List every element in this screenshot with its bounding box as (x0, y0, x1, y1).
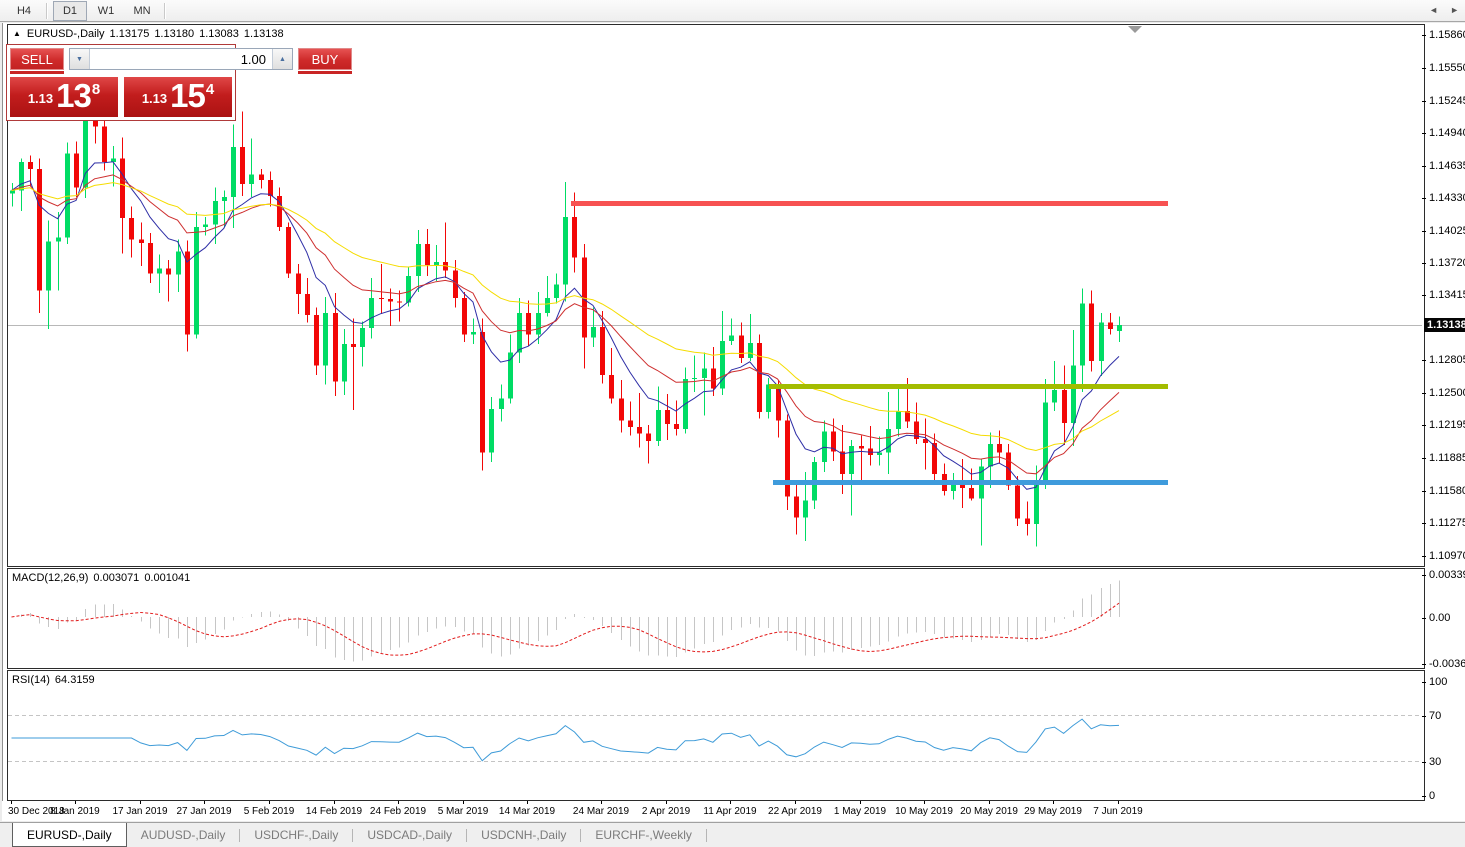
time-axis-label: 5 Mar 2019 (438, 806, 489, 817)
time-axis-tick (601, 801, 602, 804)
time-axis-label: 17 Jan 2019 (112, 806, 167, 817)
sell-price-quote[interactable]: 1.13 13 8 (10, 77, 118, 117)
tab-separator (706, 829, 707, 842)
tab-scroll-right-icon[interactable]: ► (1450, 5, 1459, 15)
time-axis[interactable]: 30 Dec 20188 Jan 201917 Jan 201927 Jan 2… (2, 801, 1422, 821)
time-axis-tick (463, 801, 464, 804)
chart-symbol-label: EURUSD-,Daily (27, 28, 105, 40)
time-axis-tick (795, 801, 796, 804)
time-axis-tick (1118, 801, 1119, 804)
sell-button[interactable]: SELL (10, 48, 64, 70)
time-axis-label: 7 Jun 2019 (1093, 806, 1143, 817)
time-axis-label: 14 Feb 2019 (306, 806, 362, 817)
sell-price-prefix: 1.13 (28, 91, 53, 106)
oneclick-collapse-icon[interactable]: ▲ (13, 29, 21, 38)
time-axis-tick (989, 801, 990, 804)
time-axis-tick (140, 801, 141, 804)
trading-terminal: H4 D1W1MN ▲ EURUSD-,Daily 1.13175 1.13180 1.1… (0, 0, 1465, 847)
time-axis-label: 10 May 2019 (895, 806, 953, 817)
toolbar-separator (164, 3, 166, 19)
time-axis-label: 1 May 2019 (834, 806, 886, 817)
buy-price-prefix: 1.13 (142, 91, 167, 106)
timeframe-button-d1[interactable]: D1 (53, 1, 87, 21)
rsi-label: RSI(14) 64.3159 (12, 674, 95, 686)
time-axis-tick (1053, 801, 1054, 804)
rsi-canvas[interactable] (8, 671, 1424, 800)
time-axis-label: 29 May 2019 (1024, 806, 1082, 817)
macd-main-value: 0.003071 (93, 572, 139, 584)
ohlc-high: 1.13180 (154, 28, 194, 40)
time-axis-tick (75, 801, 76, 804)
tab-scroll-left-icon[interactable]: ◄ (1429, 5, 1438, 15)
time-axis-label: 22 Apr 2019 (768, 806, 822, 817)
ohlc-open: 1.13175 (110, 28, 150, 40)
time-axis-tick (527, 801, 528, 804)
macd-canvas[interactable] (8, 569, 1424, 668)
time-axis-label: 24 Mar 2019 (573, 806, 629, 817)
macd-pane[interactable] (7, 568, 1425, 669)
volume-spinner: ▼ ▲ (69, 48, 293, 70)
time-axis-tick (666, 801, 667, 804)
tab-eurchf-weekly[interactable]: EURCHF-,Weekly (581, 823, 705, 847)
macd-signal-value: 0.001041 (144, 572, 190, 584)
volume-increase-button[interactable]: ▲ (272, 49, 292, 69)
buy-price-pip: 4 (206, 81, 214, 98)
time-axis-tick (730, 801, 731, 804)
volume-decrease-button[interactable]: ▼ (70, 49, 90, 69)
time-axis-tick (398, 801, 399, 804)
time-axis-tick (204, 801, 205, 804)
time-axis-label: 14 Mar 2019 (499, 806, 555, 817)
time-axis-label: 2 Apr 2019 (642, 806, 690, 817)
ohlc-low: 1.13083 (199, 28, 239, 40)
time-axis-label: 11 Apr 2019 (703, 806, 756, 817)
time-axis-label: 5 Feb 2019 (244, 806, 295, 817)
tab-audusd-daily[interactable]: AUDUSD-,Daily (127, 823, 240, 847)
volume-input[interactable] (90, 49, 272, 69)
buy-button[interactable]: BUY (298, 48, 352, 70)
time-axis-tick (334, 801, 335, 804)
rsi-name: RSI(14) (12, 674, 50, 686)
time-axis-label: 27 Jan 2019 (176, 806, 231, 817)
chart-window (2, 23, 1465, 821)
ohlc-close: 1.13138 (244, 28, 284, 40)
time-axis-label: 20 May 2019 (960, 806, 1018, 817)
timeframe-toolbar: H4 D1W1MN (0, 0, 1465, 22)
timeframe-button-w1[interactable]: W1 (89, 1, 123, 21)
time-axis-tick (924, 801, 925, 804)
symbol-tabbar: EURUSD-,DailyAUDUSD-,DailyUSDCHF-,DailyU… (0, 822, 1465, 847)
tab-usdcad-daily[interactable]: USDCAD-,Daily (353, 823, 466, 847)
tab-scroll-controls: ◄ ► (1429, 5, 1459, 15)
rsi-pane[interactable] (7, 670, 1425, 801)
time-axis-label: 8 Jan 2019 (50, 806, 100, 817)
time-axis-tick (11, 801, 12, 804)
time-axis-tick (269, 801, 270, 804)
tab-usdcnh-daily[interactable]: USDCNH-,Daily (467, 823, 580, 847)
macd-name: MACD(12,26,9) (12, 572, 88, 584)
one-click-trading-panel: SELL ▼ ▲ BUY 1.13 13 8 1.13 15 4 (6, 44, 236, 121)
tab-usdchf-daily[interactable]: USDCHF-,Daily (240, 823, 352, 847)
toolbar-separator (46, 3, 48, 19)
chart-shift-marker-icon (1128, 26, 1142, 33)
timeframe-button-h4[interactable]: H4 (7, 1, 41, 21)
tab-eurusd-daily[interactable]: EURUSD-,Daily (12, 823, 127, 847)
rsi-value: 64.3159 (55, 674, 95, 686)
buy-price-big: 15 (170, 79, 205, 113)
macd-label: MACD(12,26,9) 0.003071 0.001041 (12, 572, 190, 584)
chart-title: ▲ EURUSD-,Daily 1.13175 1.13180 1.13083 1.131… (13, 28, 284, 40)
time-axis-tick (860, 801, 861, 804)
buy-price-quote[interactable]: 1.13 15 4 (124, 77, 232, 117)
sell-price-pip: 8 (92, 81, 100, 98)
time-axis-label: 24 Feb 2019 (370, 806, 426, 817)
sell-price-big: 13 (56, 79, 91, 113)
timeframe-button-mn[interactable]: MN (125, 1, 159, 21)
